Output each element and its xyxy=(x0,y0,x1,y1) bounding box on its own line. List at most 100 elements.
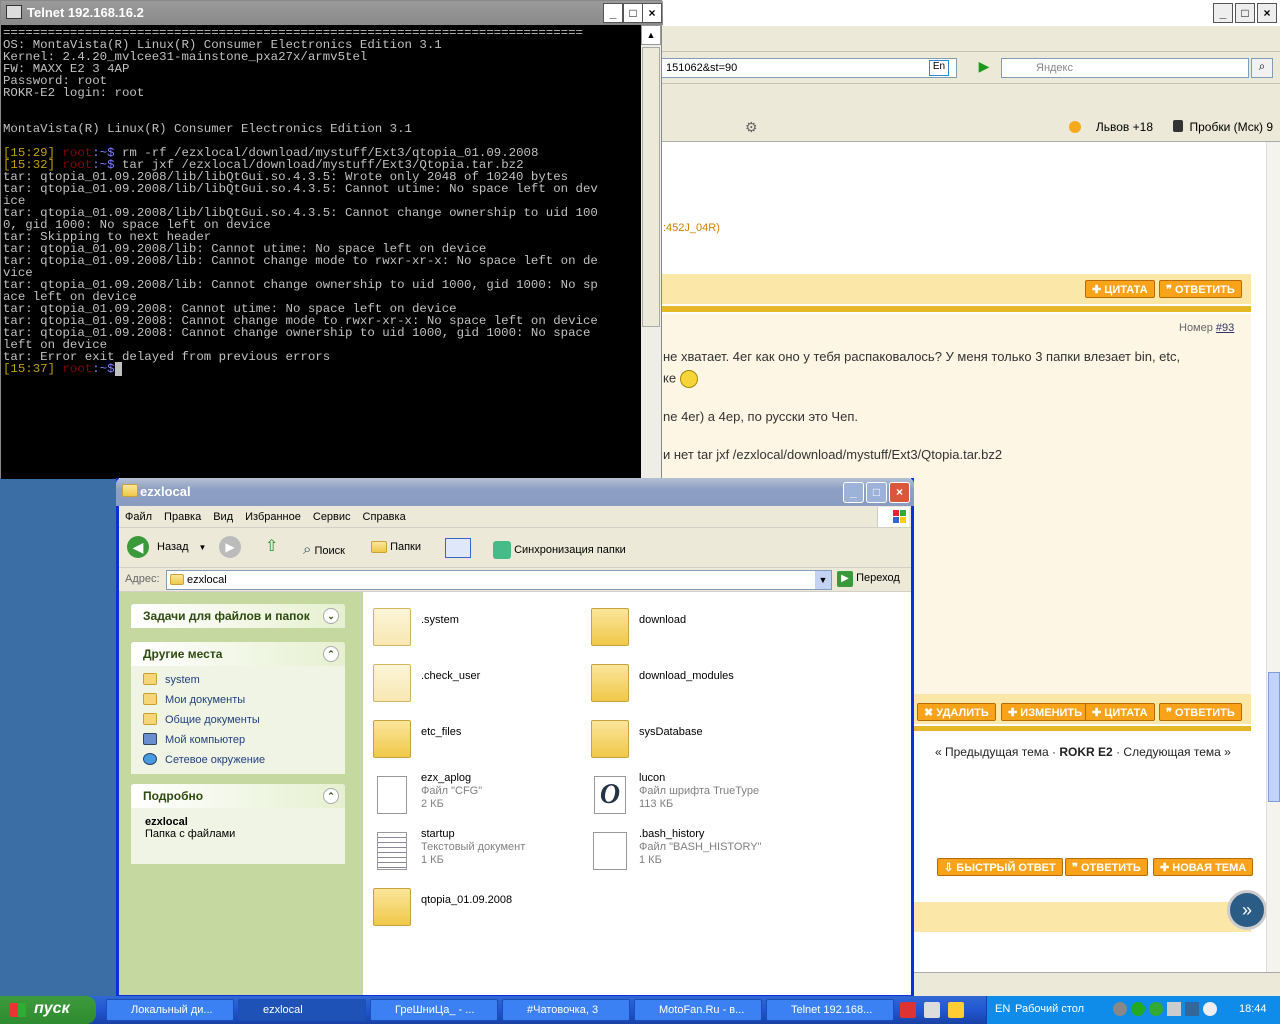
search-button[interactable]: ⌕ Поиск xyxy=(303,534,345,562)
explorer-window: ezxlocal _ □ × Файл Правка Вид Избранное Сер… xyxy=(116,478,914,998)
menu-help[interactable]: Справка xyxy=(363,511,406,523)
maximize-button[interactable]: □ xyxy=(1235,3,1255,23)
taskbar-button[interactable]: #Чатовочка, 3 xyxy=(502,999,630,1021)
menu-tools[interactable]: Сервис xyxy=(313,511,351,523)
tray-icon[interactable] xyxy=(1185,1002,1199,1016)
place-system[interactable]: system xyxy=(131,670,345,690)
taskbar-button[interactable]: Локальный ди... xyxy=(106,999,234,1021)
maximize-button[interactable]: □ xyxy=(866,482,887,503)
tray-icon[interactable] xyxy=(1131,1002,1145,1016)
quicklaunch-icon[interactable] xyxy=(948,1002,964,1018)
close-button[interactable]: × xyxy=(889,482,910,503)
scroll-thumb[interactable] xyxy=(642,47,660,327)
close-button[interactable]: × xyxy=(1257,3,1277,23)
task-pane: Задачи для файлов и папок ⌄ Другие места ⌃… xyxy=(119,592,363,995)
sync-folder-button[interactable]: Синхронизация папки xyxy=(493,534,626,562)
post-divider xyxy=(661,306,1251,312)
back-button[interactable]: ◀ Назад ▼ xyxy=(127,534,206,562)
language-indicator[interactable]: EN xyxy=(995,1003,1010,1015)
file-item[interactable]: download xyxy=(589,602,799,658)
tray-icon[interactable] xyxy=(1149,1002,1163,1016)
taskbar-button[interactable]: MotoFan.Ru - в... xyxy=(634,999,762,1021)
maximize-button[interactable]: □ xyxy=(623,3,643,23)
delete-button[interactable]: ✖ УДАЛИТЬ xyxy=(917,703,996,721)
folders-button[interactable]: Папки xyxy=(371,534,421,562)
minimize-button[interactable]: _ xyxy=(603,3,623,23)
search-icon[interactable]: ⌕ xyxy=(1251,58,1273,78)
terminal-output[interactable]: ========================================… xyxy=(1,25,641,479)
place-network[interactable]: Сетевое окружение xyxy=(131,750,345,770)
collapse-icon[interactable]: ⌃ xyxy=(323,646,339,662)
file-item[interactable]: startup Текстовый документ 1 КБ xyxy=(371,826,581,882)
edit-button[interactable]: ✚ ИЗМЕНИТЬ xyxy=(1001,703,1090,721)
start-button[interactable]: пуск xyxy=(0,996,96,1024)
traffic-text[interactable]: Пробки (Мск) 9 xyxy=(1189,120,1273,134)
collapse-icon[interactable]: ⌃ xyxy=(323,788,339,804)
folders-icon xyxy=(371,541,387,554)
tray-icon[interactable] xyxy=(1113,1002,1127,1016)
address-input[interactable]: ezxlocal ▼ xyxy=(166,570,832,590)
file-item[interactable]: sysDatabase xyxy=(589,714,799,770)
minimize-button[interactable]: _ xyxy=(1213,3,1233,23)
place-my-documents[interactable]: Мои документы xyxy=(131,690,345,710)
folder-icon xyxy=(143,693,157,705)
tray-icon[interactable] xyxy=(1167,1002,1181,1016)
url-input[interactable]: 151062&st=90 xyxy=(661,58,957,78)
go-button[interactable]: ▶ Переход xyxy=(837,571,900,587)
clock[interactable]: 18:44 xyxy=(1239,1003,1267,1015)
reply-button[interactable]: ❞ ОТВЕТИТЬ xyxy=(1159,280,1242,298)
desktop-toolbar[interactable]: Рабочий стол xyxy=(1015,1003,1084,1015)
go-arrow-icon[interactable]: ▶ xyxy=(973,58,995,78)
taskbar-button[interactable]: ezxlocal xyxy=(238,999,366,1021)
post-text-line: ке xyxy=(663,370,698,388)
tray-icon[interactable] xyxy=(1203,1002,1217,1016)
minimize-button[interactable]: _ xyxy=(843,482,864,503)
folder-icon xyxy=(591,664,629,702)
file-item[interactable]: ezx_aplog Файл "CFG" 2 КБ xyxy=(371,770,581,826)
quicklaunch-icon[interactable] xyxy=(924,1002,940,1018)
weather-text[interactable]: Львов +18 xyxy=(1096,120,1153,134)
details-name: ezxlocal xyxy=(145,816,188,828)
browser-scrollbar[interactable] xyxy=(1266,142,1280,972)
fast-reply-button[interactable]: ⇩ БЫСТРЫЙ ОТВЕТ xyxy=(937,858,1063,876)
quote-button[interactable]: ✚ ЦИТАТА xyxy=(1085,280,1155,298)
scroll-up-icon[interactable]: ▲ xyxy=(641,25,661,45)
new-topic-button[interactable]: ✚ НОВАЯ ТЕМА xyxy=(1153,858,1254,876)
menu-favorites[interactable]: Избранное xyxy=(245,511,301,523)
back-arrow-icon: ◀ xyxy=(127,536,149,558)
reply-button[interactable]: ❞ ОТВЕТИТЬ xyxy=(1159,703,1242,721)
menu-edit[interactable]: Правка xyxy=(164,511,201,523)
scroll-forward-icon[interactable]: » xyxy=(1227,890,1267,930)
address-label: Адрес: xyxy=(125,573,160,585)
file-item[interactable]: .bash_history Файл "BASH_HISTORY" 1 КБ xyxy=(589,826,799,882)
file-tasks-panel[interactable]: Задачи для файлов и папок ⌄ xyxy=(131,604,345,628)
reply-button-bottom[interactable]: ❞ ОТВЕТИТЬ xyxy=(1065,858,1148,876)
go-arrow-icon: ▶ xyxy=(837,571,853,587)
folder-icon xyxy=(122,484,138,497)
yandex-search-input[interactable]: Яндекс xyxy=(1001,58,1249,78)
place-my-computer[interactable]: Мой компьютер xyxy=(131,730,345,750)
place-shared-documents[interactable]: Общие документы xyxy=(131,710,345,730)
file-item[interactable]: qtopia_01.09.2008 xyxy=(371,882,581,938)
gear-icon[interactable]: ⚙ xyxy=(745,119,758,136)
menu-file[interactable]: Файл xyxy=(125,511,152,523)
quote-button[interactable]: ✚ ЦИТАТА xyxy=(1085,703,1155,721)
tar-errors: tar: qtopia_01.09.2008/lib/libQtGui.so.4… xyxy=(3,170,598,364)
taskbar-button[interactable]: ГреШниЦа_ - ... xyxy=(370,999,498,1021)
taskbar-button[interactable]: Telnet 192.168... xyxy=(766,999,894,1021)
folder-icon xyxy=(373,608,411,646)
file-item[interactable]: .system xyxy=(371,602,581,658)
close-button[interactable]: × xyxy=(642,3,662,23)
config-file-icon xyxy=(377,776,407,814)
file-item[interactable]: download_modules xyxy=(589,658,799,714)
telnet-titlebar: Telnet 192.168.16.2 _ □ × xyxy=(1,1,663,25)
file-item[interactable]: .check_user xyxy=(371,658,581,714)
terminal-scrollbar[interactable]: ▲ xyxy=(641,25,661,479)
file-item[interactable]: Olucon Файл шрифта TrueType 113 КБ xyxy=(589,770,799,826)
quicklaunch-icon[interactable] xyxy=(900,1002,916,1018)
views-icon[interactable] xyxy=(445,538,471,558)
up-folder-icon[interactable]: ⇧ xyxy=(265,536,278,556)
menu-view[interactable]: Вид xyxy=(213,511,233,523)
forward-arrow-icon[interactable]: ▶ xyxy=(219,536,241,558)
file-item[interactable]: etc_files xyxy=(371,714,581,770)
